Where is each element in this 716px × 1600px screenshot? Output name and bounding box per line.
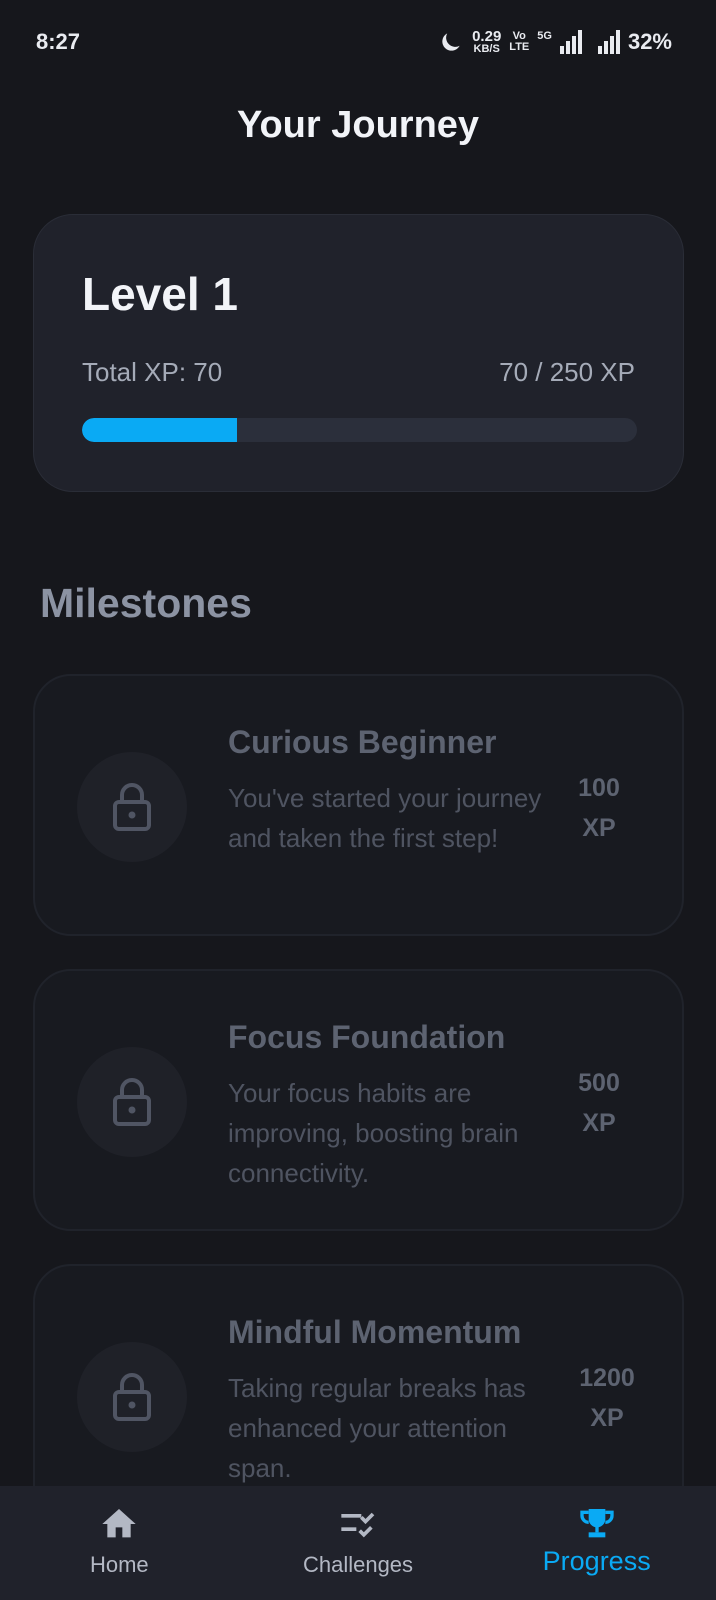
- milestone-xp: 100 XP: [578, 774, 620, 842]
- page-title: Your Journey: [236, 104, 480, 146]
- milestone-description: You've started your journey and taken th…: [228, 783, 542, 853]
- xp-progress-bar: [82, 418, 637, 442]
- lock-icon: [113, 783, 151, 831]
- lock-icon: [113, 1078, 151, 1126]
- volte-indicator: Vo LTE: [509, 30, 530, 53]
- milestone-description: Taking regular breaks has enhanced your …: [228, 1373, 526, 1483]
- xp-row: Total XP: 70 70 / 250 XP: [82, 357, 635, 388]
- battery-level: 32%: [627, 29, 672, 54]
- milestones-heading: Milestones: [40, 580, 252, 626]
- signal-icon: [597, 30, 620, 54]
- checklist-icon: [341, 1512, 375, 1538]
- lock-badge: [77, 752, 187, 862]
- status-time: 8:27: [36, 29, 81, 54]
- nav-progress[interactable]: Progress: [477, 1486, 716, 1600]
- network-type: 5G: [537, 30, 552, 42]
- nav-home[interactable]: Home: [0, 1486, 239, 1600]
- level-card: Level 1 Total XP: 70 70 / 250 XP: [33, 214, 684, 492]
- milestone-xp: 500 XP: [578, 1069, 620, 1137]
- milestone-description: Your focus habits are improving, boostin…: [228, 1078, 519, 1188]
- nav-challenges-label: Challenges: [302, 1552, 414, 1577]
- xp-progress-fill: [82, 418, 238, 442]
- signal-icon: [559, 30, 582, 54]
- level-label: Level 1: [82, 268, 238, 320]
- milestone-card[interactable]: Focus Foundation Your focus habits are i…: [33, 969, 684, 1231]
- net-speed: 0.29 KB/S: [472, 27, 502, 55]
- nav-progress-label: Progress: [542, 1546, 651, 1576]
- nav-challenges[interactable]: Challenges: [239, 1486, 478, 1600]
- home-icon: [102, 1509, 136, 1538]
- milestone-card[interactable]: Curious Beginner You've started your jou…: [33, 674, 684, 936]
- bottom-nav: Home Challenges Progress: [0, 1486, 716, 1600]
- moon-icon: [442, 33, 460, 51]
- lock-badge: [77, 1342, 187, 1452]
- xp-progress-label: 70 / 250 XP: [499, 357, 635, 387]
- milestone-xp: 1200 XP: [579, 1364, 635, 1432]
- milestone-title: Curious Beginner: [228, 724, 497, 760]
- milestone-title: Focus Foundation: [228, 1019, 506, 1055]
- lock-icon: [113, 1373, 151, 1421]
- nav-home-label: Home: [89, 1552, 149, 1577]
- total-xp-label: Total XP: 70: [82, 357, 223, 387]
- milestone-title: Mindful Momentum: [228, 1314, 522, 1350]
- status-icons: 0.29 KB/S Vo LTE 5G 32%: [438, 29, 672, 55]
- trophy-icon: [580, 1509, 614, 1538]
- status-bar: 8:27 0.29 KB/S Vo LTE 5G 32%: [0, 0, 716, 84]
- lock-badge: [77, 1047, 187, 1157]
